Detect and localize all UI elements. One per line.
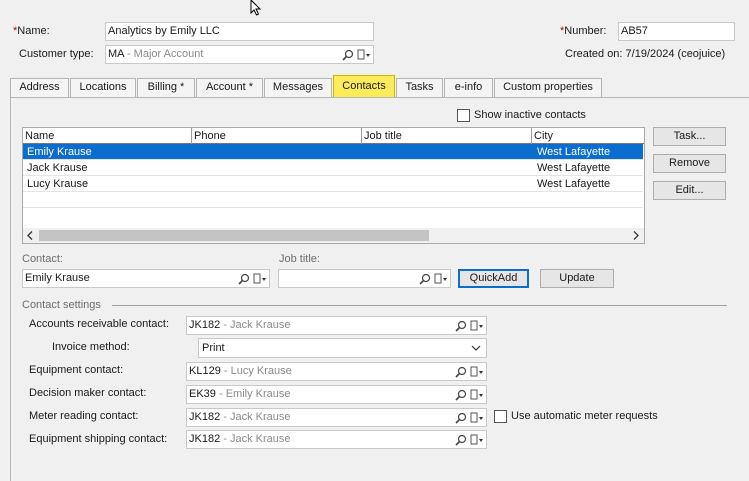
options-menu-icon[interactable]	[470, 434, 484, 446]
created-on-text: Created on: 7/19/2024 (ceojuice)	[565, 48, 726, 60]
tab-address[interactable]: Address	[10, 78, 69, 97]
options-menu-icon[interactable]	[470, 389, 484, 401]
task-button[interactable]: Task...	[653, 127, 726, 146]
search-icon[interactable]	[342, 49, 354, 61]
search-icon[interactable]	[419, 273, 431, 285]
meter-reading-field[interactable]: JK182 - Jack Krause	[186, 408, 487, 427]
equipment-contact-field[interactable]: KL129 - Lucy Krause	[186, 362, 487, 381]
options-menu-icon[interactable]	[253, 273, 267, 285]
tab-account[interactable]: Account *	[196, 78, 263, 97]
column-header-name[interactable]: Name	[23, 128, 192, 144]
scrollbar-thumb[interactable]	[39, 230, 429, 241]
tab-panel-left-border	[10, 97, 11, 481]
cell-city: West Lafayette	[537, 146, 611, 158]
decision-maker-field[interactable]: EK39 - Emily Krause	[186, 385, 487, 404]
search-icon[interactable]	[455, 412, 467, 424]
options-menu-icon[interactable]	[434, 273, 448, 285]
cell-city: West Lafayette	[537, 178, 611, 190]
customer-type-label: Customer type:	[19, 48, 94, 60]
search-icon[interactable]	[455, 389, 467, 401]
remove-button[interactable]: Remove	[653, 154, 726, 173]
tab-billing[interactable]: Billing *	[137, 78, 195, 97]
tab-e-info[interactable]: e-info	[444, 78, 493, 97]
tab-custom-properties[interactable]: Custom properties	[494, 78, 602, 97]
number-label: *Number:	[560, 25, 607, 37]
table-row-empty	[23, 192, 643, 208]
job-title-input[interactable]	[278, 269, 451, 288]
cell-name: Lucy Krause	[27, 178, 89, 190]
tab-tasks[interactable]: Tasks	[396, 78, 443, 97]
invoice-method-label: Invoice method:	[52, 341, 130, 353]
options-menu-icon[interactable]	[470, 412, 484, 424]
table-row-empty	[23, 208, 643, 224]
column-header-job-title[interactable]: Job title	[362, 128, 532, 144]
contacts-table[interactable]: Name Phone Job title City Emily Krause W…	[22, 127, 645, 244]
cell-city: West Lafayette	[537, 162, 611, 174]
options-menu-icon[interactable]	[357, 49, 371, 61]
name-label: *Name:	[13, 25, 50, 37]
equipment-shipping-field[interactable]: JK182 - Jack Krause	[186, 430, 487, 449]
decision-maker-label: Decision maker contact:	[29, 387, 147, 399]
scroll-right-icon[interactable]	[632, 231, 640, 240]
edit-button[interactable]: Edit...	[653, 181, 726, 200]
chevron-down-icon	[471, 345, 481, 351]
meter-reading-label: Meter reading contact:	[29, 410, 139, 422]
table-header: Name Phone Job title City	[23, 128, 644, 144]
cell-name: Jack Krause	[27, 162, 88, 174]
mouse-cursor-icon	[250, 0, 262, 16]
update-button[interactable]: Update	[540, 269, 614, 288]
column-header-city[interactable]: City	[532, 128, 644, 144]
accounts-receivable-field[interactable]: JK182 - Jack Krause	[186, 316, 487, 335]
show-inactive-checkbox[interactable]	[457, 109, 470, 122]
options-menu-icon[interactable]	[470, 320, 484, 332]
equipment-shipping-label: Equipment shipping contact:	[29, 433, 168, 445]
column-header-phone[interactable]: Phone	[192, 128, 362, 144]
search-icon[interactable]	[455, 320, 467, 332]
contact-input[interactable]: Emily Krause	[22, 269, 270, 288]
search-icon[interactable]	[455, 366, 467, 378]
scroll-left-icon[interactable]	[26, 231, 34, 240]
accounts-receivable-label: Accounts receivable contact:	[29, 318, 170, 330]
show-inactive-label: Show inactive contacts	[474, 109, 586, 121]
tab-contacts[interactable]: Contacts	[333, 75, 395, 98]
tab-locations[interactable]: Locations	[70, 78, 136, 97]
equipment-contact-label: Equipment contact:	[29, 364, 124, 376]
number-input[interactable]: AB57	[618, 22, 735, 41]
table-row[interactable]: Jack Krause West Lafayette	[23, 160, 643, 176]
auto-meter-requests-checkbox[interactable]	[494, 410, 507, 423]
horizontal-scrollbar[interactable]	[23, 228, 644, 243]
auto-meter-requests-label: Use automatic meter requests	[511, 410, 658, 422]
table-row[interactable]: Emily Krause West Lafayette	[23, 144, 643, 160]
contact-settings-divider	[112, 305, 727, 306]
customer-type-field[interactable]: MA - Major Account	[105, 45, 374, 64]
contact-label: Contact:	[22, 253, 63, 265]
contact-settings-heading: Contact settings	[22, 299, 101, 311]
name-input[interactable]: Analytics by Emily LLC	[105, 22, 374, 41]
job-title-label: Job title:	[279, 253, 320, 265]
invoice-method-select[interactable]: Print	[198, 338, 487, 358]
tab-messages[interactable]: Messages	[264, 78, 332, 97]
cell-name: Emily Krause	[27, 146, 92, 158]
search-icon[interactable]	[455, 434, 467, 446]
search-icon[interactable]	[238, 273, 250, 285]
quickadd-button[interactable]: QuickAdd	[458, 269, 529, 288]
tab-panel-border	[10, 97, 749, 98]
options-menu-icon[interactable]	[470, 366, 484, 378]
table-row[interactable]: Lucy Krause West Lafayette	[23, 176, 643, 192]
